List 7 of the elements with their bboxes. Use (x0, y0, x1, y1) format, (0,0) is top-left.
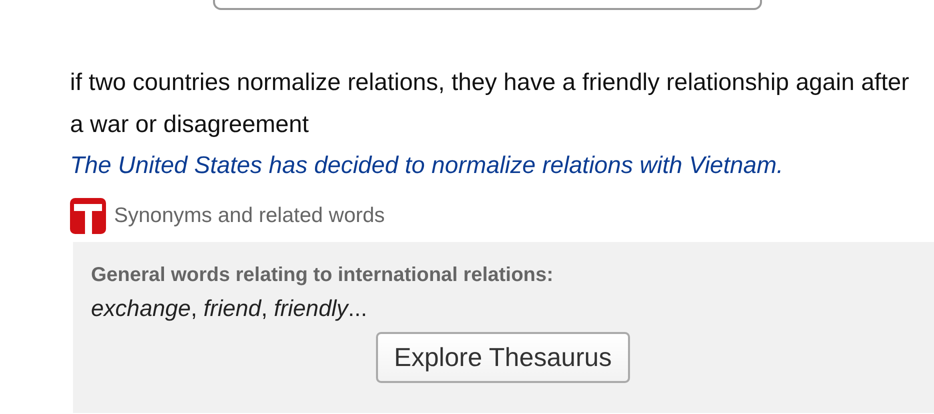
section-heading: Synonyms and related words (114, 204, 385, 228)
panel-title: General words relating to international relations: (91, 264, 554, 287)
related-words: exchange, friend, friendly... (91, 295, 368, 322)
explore-thesaurus-button[interactable]: Explore Thesaurus (376, 332, 630, 383)
thesaurus-icon (70, 198, 106, 234)
definition-text: if two countries normalize relations, they have a friendly relationship again after a war or disagreement (70, 68, 910, 140)
example-sentence: The United States has decided to normalize relations with Vietnam. (70, 151, 784, 181)
